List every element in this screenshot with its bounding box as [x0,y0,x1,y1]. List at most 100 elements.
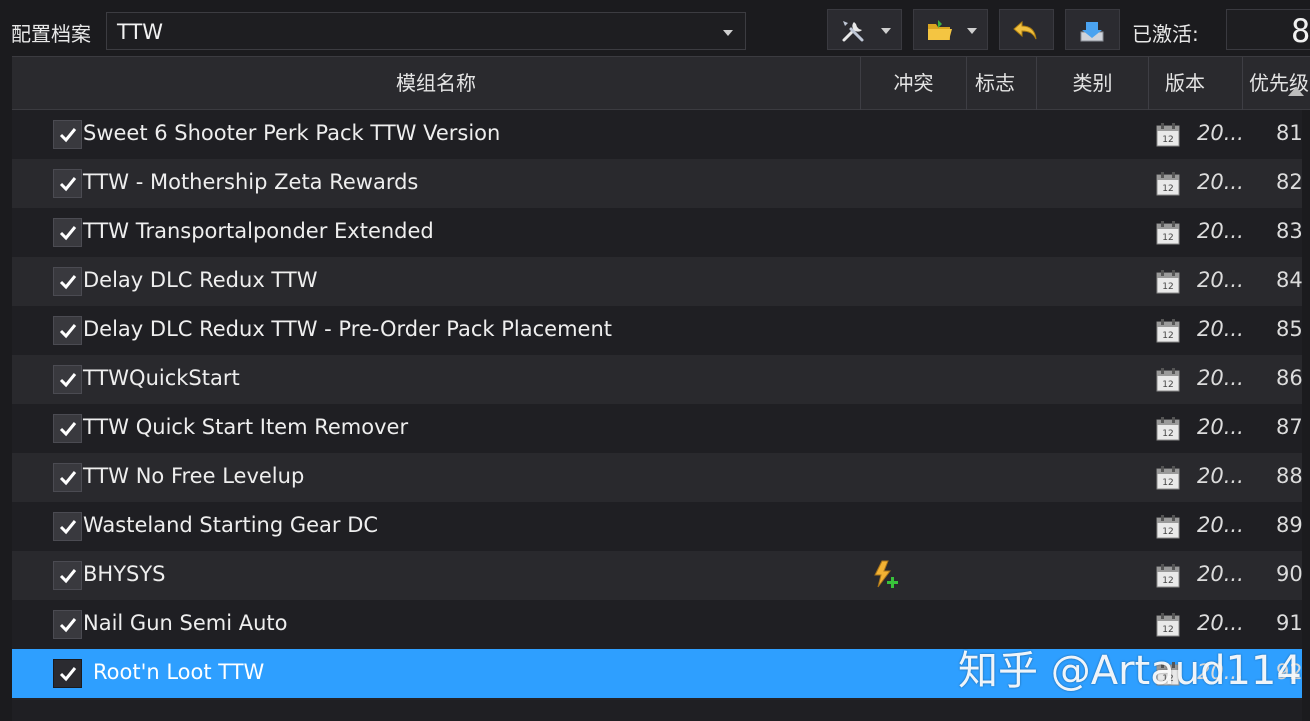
table-row[interactable]: Delay DLC Redux TTW 12 20... 84 [12,257,1310,306]
profile-dropdown[interactable]: TTW [106,12,746,50]
mod-priority: 87 [1276,415,1303,439]
chevron-down-icon [881,28,891,34]
enabled-checkbox[interactable] [53,120,82,149]
checkmark-icon [59,275,77,290]
svg-text:12: 12 [1162,478,1173,488]
checkmark-icon [59,373,77,388]
mod-priority: 88 [1276,464,1303,488]
mod-version: 20... [1197,513,1244,537]
mod-name: Nail Gun Semi Auto [83,611,288,635]
undo-icon [1013,20,1037,40]
mod-name: Wasteland Starting Gear DC [83,513,379,537]
active-count-display: 8 [1226,9,1310,50]
mod-name: TTW Quick Start Item Remover [83,415,409,439]
calendar-icon: 12 [1155,465,1181,495]
enabled-checkbox[interactable] [53,365,82,394]
mod-list-table: 模组名称 冲突 标志 类别 版本 优先级 Sweet 6 Shooter Per… [12,56,1310,721]
table-row[interactable]: TTW Transportalponder Extended 12 20... 83 [12,208,1310,257]
mod-version: 20... [1197,121,1244,145]
mod-version: 20... [1197,366,1244,390]
column-header-flags[interactable]: 标志 [967,57,1037,110]
calendar-icon: 12 [1155,171,1181,201]
column-header-category[interactable]: 类别 [1037,57,1149,110]
active-count-value: 8 [1291,12,1310,50]
table-row[interactable]: TTW No Free Levelup 12 20... 88 [12,453,1310,502]
conflict-overwrite-icon [872,559,900,593]
sort-ascending-icon [1288,87,1304,96]
mod-version: 20... [1197,415,1244,439]
calendar-icon: 12 [1155,563,1181,593]
checkmark-icon [59,177,77,192]
calendar-icon: 12 [1155,220,1181,250]
table-row[interactable]: TTW - Mothership Zeta Rewards 12 20... 82 [12,159,1310,208]
enabled-checkbox[interactable] [53,512,82,541]
enabled-checkbox[interactable] [53,267,82,296]
checkmark-icon [59,471,77,486]
table-header: 模组名称 冲突 标志 类别 版本 优先级 [12,56,1310,110]
checkmark-icon [59,422,77,437]
column-header-version[interactable]: 版本 [1149,57,1243,110]
mod-priority: 82 [1276,170,1303,194]
svg-text:12: 12 [1162,527,1173,537]
checkmark-icon [59,226,77,241]
table-row[interactable]: Sweet 6 Shooter Perk Pack TTW Version 12 2… [12,110,1310,159]
mod-name: BHYSYS [83,562,166,586]
calendar-icon: 12 [1155,514,1181,544]
tools-button[interactable] [827,9,902,50]
table-row[interactable]: TTW Quick Start Item Remover 12 20... 87 [12,404,1310,453]
watermark: 知乎 @Artaud114 [958,648,1302,694]
active-count-label: 已激活: [1132,22,1199,46]
enabled-checkbox[interactable] [53,659,82,688]
mod-priority: 91 [1276,611,1303,635]
checkmark-icon [59,520,77,535]
calendar-icon: 12 [1155,367,1181,397]
mod-version: 20... [1197,562,1244,586]
mod-priority: 85 [1276,317,1303,341]
checkmark-icon [59,569,77,584]
mod-name: Delay DLC Redux TTW [83,268,318,292]
enabled-checkbox[interactable] [53,463,82,492]
tools-icon [842,21,864,42]
svg-text:12: 12 [1162,233,1173,243]
folder-open-icon [928,20,952,40]
column-header-priority[interactable]: 优先级 [1243,57,1310,110]
svg-text:12: 12 [1162,380,1173,390]
export-button[interactable] [1065,9,1120,50]
calendar-icon: 12 [1155,318,1181,348]
svg-text:12: 12 [1162,282,1173,292]
mod-version: 20... [1197,268,1244,292]
enabled-checkbox[interactable] [53,561,82,590]
enabled-checkbox[interactable] [53,316,82,345]
mod-priority: 83 [1276,219,1303,243]
enabled-checkbox[interactable] [53,169,82,198]
open-folder-button[interactable] [913,9,988,50]
checkmark-icon [59,128,77,143]
calendar-icon: 12 [1155,269,1181,299]
table-row[interactable]: TTWQuickStart 12 20... 86 [12,355,1310,404]
mod-name: Sweet 6 Shooter Perk Pack TTW Version [83,121,501,145]
table-row-partial [12,700,1310,721]
checkmark-icon [59,618,77,633]
table-row[interactable]: BHYSYS 12 20... 90 [12,551,1310,600]
column-header-conflicts[interactable]: 冲突 [861,57,967,110]
mod-priority: 81 [1276,121,1303,145]
table-row[interactable]: Delay DLC Redux TTW - Pre-Order Pack Pla… [12,306,1310,355]
calendar-icon: 12 [1155,416,1181,446]
profile-label: 配置档案 [11,22,91,46]
mod-name: Root'n Loot TTW [93,660,265,684]
mod-version: 20... [1197,170,1244,194]
mod-name: TTWQuickStart [83,366,240,390]
table-row[interactable]: Wasteland Starting Gear DC 12 20... 89 [12,502,1310,551]
enabled-checkbox[interactable] [53,610,82,639]
export-icon [1080,22,1104,42]
mod-priority: 89 [1276,513,1303,537]
enabled-checkbox[interactable] [53,414,82,443]
mod-version: 20... [1197,611,1244,635]
mod-priority: 84 [1276,268,1303,292]
svg-text:12: 12 [1162,429,1173,439]
scrollbar-track[interactable] [1302,110,1310,721]
column-header-mod-name[interactable]: 模组名称 [12,57,861,110]
undo-button[interactable] [999,9,1054,50]
chevron-down-icon [723,30,733,36]
enabled-checkbox[interactable] [53,218,82,247]
